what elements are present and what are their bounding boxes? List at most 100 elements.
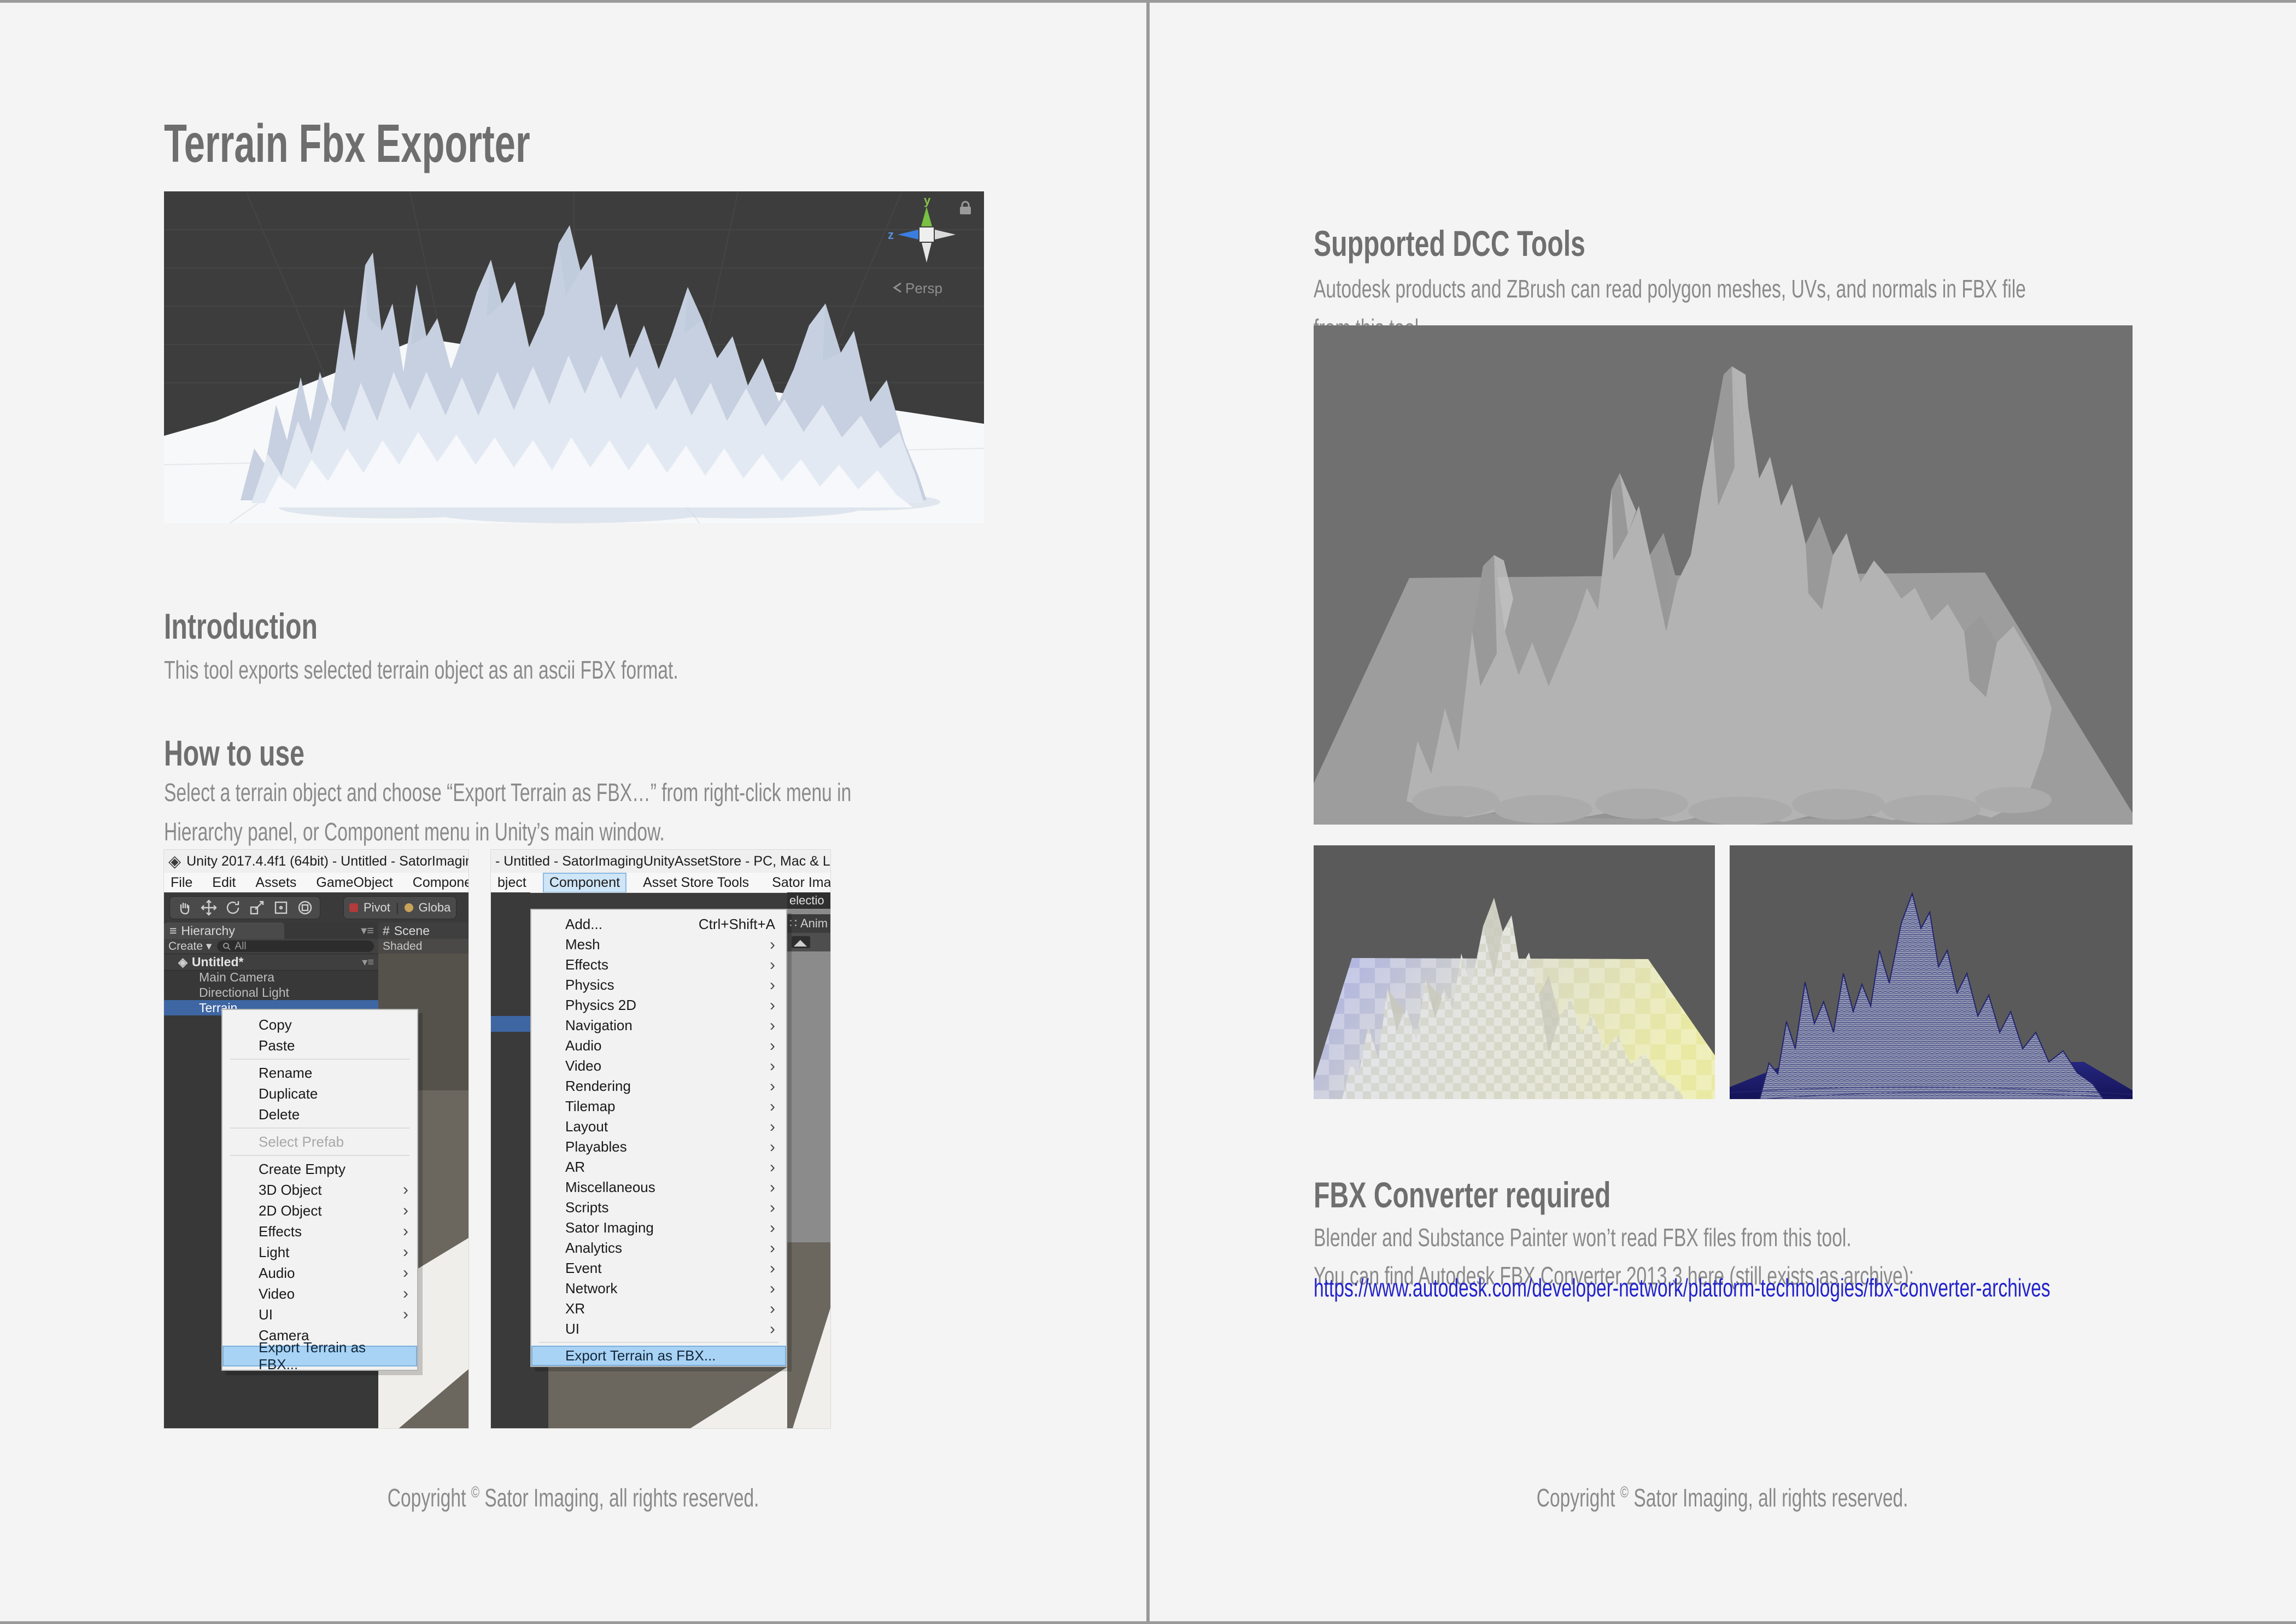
fbx-converter-link[interactable]: https://www.autodesk.com/developer-netwo…	[1314, 1273, 2296, 1302]
menubar-item: Edit	[212, 875, 236, 891]
component-menu-item: Physics ›	[531, 975, 786, 995]
search-icon	[222, 942, 231, 951]
component-menu-item: Effects ›	[531, 955, 786, 975]
submenu-arrow-icon: ›	[770, 1220, 775, 1236]
menubar-item: Component	[413, 875, 468, 891]
menu-lines-icon: ≡	[169, 924, 177, 938]
unity-screenshot-component: - Untitled - SatorImagingUnityAssetStore…	[491, 850, 830, 1428]
scene-root-row: ◈ Untitled* ▾≡	[164, 954, 378, 971]
submenu-arrow-icon: ›	[770, 1179, 775, 1196]
scene-bottom-strip	[548, 1367, 787, 1428]
submenu-arrow-icon: ›	[403, 1182, 408, 1198]
submenu-arrow-icon: ›	[770, 1281, 775, 1297]
menubar-item: Component	[544, 874, 625, 892]
gizmo-y-label: y	[924, 194, 931, 207]
dcc-heading: Supported DCC Tools	[1314, 223, 1686, 264]
scale-tool-icon	[249, 899, 265, 916]
context-menu-item: Video ›	[222, 1283, 417, 1304]
global-label: Globa	[419, 901, 451, 915]
context-menu-item: Audio ›	[222, 1263, 417, 1283]
create-button: Create ▾	[168, 939, 212, 953]
left-panel-edge	[491, 892, 530, 1428]
pivot-global-buttons: Pivot | Globa	[343, 896, 456, 919]
component-menu-item: Mesh ›	[531, 934, 786, 955]
search-input: All	[217, 940, 374, 952]
window-title: - Untitled - SatorImagingUnityAssetStore…	[495, 854, 830, 869]
component-menu-item: Scripts ›	[531, 1197, 786, 1218]
tool-buttons	[169, 896, 320, 919]
context-menu-item: UI ›	[222, 1304, 417, 1325]
submenu-arrow-icon: ›	[770, 1301, 775, 1317]
dcc-line1: Autodesk products and ZBrush can read po…	[1314, 274, 2289, 303]
scene-ground-corner	[793, 1308, 830, 1428]
shaded-dropdown: Shaded	[378, 939, 468, 954]
menubar-item: bject	[497, 875, 526, 891]
component-menu-item: Analytics ›	[531, 1238, 786, 1258]
context-menu-item: 2D Object ›	[222, 1200, 417, 1221]
anim-dots-icon: ∷	[789, 916, 797, 931]
scene-grid-icon: #	[383, 924, 390, 938]
move-tool-icon	[201, 899, 217, 916]
selected-row-sliver	[491, 1016, 530, 1032]
hierarchy-item: Directional Light	[164, 985, 378, 1000]
howto-heading: How to use	[164, 732, 356, 774]
component-menu-item: Miscellaneous ›	[531, 1177, 786, 1197]
submenu-arrow-icon: ›	[403, 1286, 408, 1302]
right-panel-edge: electio ∷ Anim	[787, 892, 830, 1428]
gizmo-z-label: z	[888, 228, 894, 242]
context-menu-item: 3D Object ›	[222, 1179, 417, 1200]
hierarchy-toolbar: Create ▾ All	[164, 939, 378, 954]
component-menu-item: Sator Imaging ›	[531, 1218, 786, 1238]
dcc-render-large	[1314, 325, 2133, 825]
fbx-heading: FBX Converter required	[1314, 1174, 1721, 1216]
toolbar: Pivot | Globa	[164, 892, 468, 922]
copyright-symbol: ©	[471, 1484, 479, 1502]
component-menu-item: Physics 2D ›	[531, 995, 786, 1015]
submenu-arrow-icon: ›	[770, 1078, 775, 1095]
submenu-arrow-icon: ›	[770, 1260, 775, 1277]
dcc-render-wireframe	[1730, 845, 2133, 1099]
scene-tab-label: Scene	[394, 924, 430, 938]
unity-cube-icon: ◈	[178, 955, 188, 969]
context-menu-item: Select Prefab ›	[222, 1131, 417, 1152]
submenu-arrow-icon: ›	[770, 937, 775, 953]
submenu-arrow-icon: ›	[770, 1200, 775, 1216]
menubar: bjectComponentAsset Store ToolsSator Ima…	[491, 873, 830, 893]
menubar-item: Asset Store Tools	[643, 875, 749, 891]
howto-line1: Select a terrain object and choose “Expo…	[164, 778, 1105, 807]
search-value: All	[235, 940, 246, 953]
pivot-label: Pivot	[364, 901, 390, 915]
unity-screenshot-hierarchy: ◈ Unity 2017.4.4f1 (64bit) - Untitled - …	[164, 850, 468, 1428]
component-menu-item: Tilemap ›	[531, 1096, 786, 1117]
submenu-arrow-icon: ›	[770, 1321, 775, 1337]
window-titlebar: ◈ Unity 2017.4.4f1 (64bit) - Untitled - …	[164, 850, 468, 873]
global-icon	[405, 903, 413, 912]
submenu-arrow-icon: ›	[403, 1223, 408, 1240]
context-menu-item: Effects ›	[222, 1221, 417, 1242]
unity-scene-render: y z Persp	[164, 191, 984, 523]
component-menu: Add... Ctrl+Shift+A › Mesh › Effects ›	[530, 909, 787, 1367]
component-menu-item: Navigation ›	[531, 1015, 786, 1036]
submenu-arrow-icon: ›	[770, 1058, 775, 1074]
terrain-scene-image: y z Persp	[164, 191, 984, 523]
submenu-arrow-icon: ›	[770, 1018, 775, 1034]
component-menu-item: Network ›	[531, 1278, 786, 1299]
page-divider	[1146, 0, 1150, 1624]
animator-tab-partial: ∷ Anim	[787, 914, 830, 933]
howto-line2: Hierarchy panel, or Component menu in Un…	[164, 817, 850, 846]
hand-tool-icon	[177, 899, 193, 916]
submenu-arrow-icon: ›	[770, 997, 775, 1014]
scene-ground-strip	[690, 1367, 787, 1428]
submenu-arrow-icon: ›	[403, 1202, 408, 1219]
submenu-arrow-icon: ›	[403, 1306, 408, 1323]
component-menu-item: Playables ›	[531, 1137, 786, 1157]
context-menu-item: Delete ›	[222, 1104, 417, 1125]
context-menu-item: Paste ›	[222, 1035, 417, 1056]
component-menu-item: Export Terrain as FBX... ›	[531, 1346, 786, 1366]
dcc-render-checker	[1314, 845, 1715, 1099]
unity-logo-icon: ◈	[168, 852, 181, 871]
submenu-arrow-icon: ›	[770, 1038, 775, 1054]
transform-tool-icon	[297, 899, 313, 916]
menubar-item: File	[171, 875, 192, 891]
submenu-arrow-icon: ›	[403, 1265, 408, 1281]
